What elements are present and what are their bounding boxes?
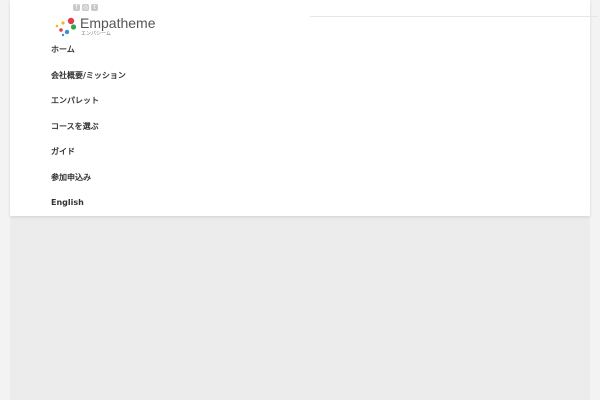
facebook-icon[interactable]: f (73, 4, 80, 11)
menu-item-company[interactable]: 会社概要/ミッション (51, 70, 126, 96)
header-panel: f ◎ t Empatheme エンパシーム ホーム 会社概要/ミッション エン… (10, 0, 598, 216)
social-links: f ◎ t (73, 4, 98, 11)
twitter-icon[interactable]: t (91, 4, 98, 11)
menu-item-home[interactable]: ホーム (51, 44, 126, 70)
menu-item-apply[interactable]: 参加申込み (51, 172, 126, 198)
logo-subtext: エンパシーム (81, 31, 111, 37)
instagram-icon[interactable]: ◎ (82, 4, 89, 11)
menu-item-guide[interactable]: ガイド (51, 146, 126, 172)
site-logo[interactable]: Empatheme エンパシーム (54, 16, 155, 37)
logo-dots-icon (55, 17, 76, 36)
main-menu: ホーム 会社概要/ミッション エンパレット コースを選ぶ ガイド 参加申込み E… (51, 44, 126, 223)
menu-item-courses[interactable]: コースを選ぶ (51, 121, 126, 147)
menu-item-empalette[interactable]: エンパレット (51, 95, 126, 121)
menu-item-english[interactable]: English (51, 197, 126, 223)
logo-wordmark: Empatheme (80, 15, 156, 31)
header-divider (310, 16, 598, 17)
